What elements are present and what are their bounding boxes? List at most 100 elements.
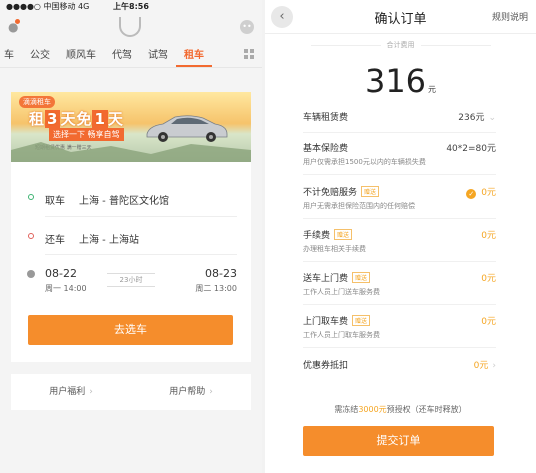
fee-price: 0元 — [481, 317, 496, 327]
headline-part-c: 天免 — [60, 110, 93, 128]
divider — [45, 216, 237, 217]
date-range[interactable]: 08-22 周一 14:00 23小时 08-23 周二 13:00 — [11, 267, 251, 297]
fee-name: 送车上门费 — [303, 274, 349, 284]
fee-price: 0元 — [481, 231, 496, 241]
top-bar: ● •• — [0, 14, 262, 40]
fee-row-rental[interactable]: 车辆租赁费 236元 ⌄ — [303, 110, 496, 123]
dropoff-location: 上海 - 上海站 — [79, 235, 139, 246]
divider — [45, 254, 237, 255]
headline-part-b: 3 — [45, 110, 61, 128]
chevron-right-icon: › — [209, 387, 213, 397]
fee-price: 0元 — [481, 274, 496, 284]
fee-row-deductible-waiver[interactable]: 不计免赔服务 赠送 用户无需承担保险范围内的任何赔偿 ✓ 0元 — [303, 185, 496, 211]
rental-home-screen: ●●●●○ 中国移动 4G 上午8:56 @ ↗ ✱ ● •• 车 公交 顺风车… — [0, 0, 262, 473]
fee-row-insurance: 基本保险费 用户仅需承担1500元以内的车辆损失费 40*2=80元 — [303, 141, 496, 167]
clock-icon — [27, 270, 35, 278]
confirm-order-screen: ‹ 确认订单 规则说明 合计费用 316 元 车辆租赁费 236元 ⌄ 基本保险费 … — [265, 0, 536, 473]
chevron-right-icon: › — [492, 361, 496, 371]
headline-part-e: 天 — [107, 110, 124, 128]
user-welfare-label: 用户福利 — [49, 387, 86, 397]
start-date: 08-22 — [45, 267, 77, 280]
divider — [303, 304, 496, 305]
divider — [303, 218, 496, 219]
fee-name: 上门取车费 — [303, 317, 349, 327]
divider — [303, 347, 496, 348]
fee-row-coupon[interactable]: 优惠券抵扣 0元 › — [303, 358, 496, 371]
fee-name: 不计免赔服务 — [303, 188, 358, 198]
fee-price: 0元 › — [474, 358, 496, 371]
tab-designated-driver[interactable]: 代驾 — [104, 46, 140, 61]
chevron-down-icon: ⌄ — [488, 113, 496, 123]
clock-text: 上午8:56 — [113, 2, 149, 11]
service-tabs: 车 公交 顺风车 代驾 试驾 租车 — [0, 40, 262, 68]
banner-headline: 租 3 天免 1 天 — [29, 108, 124, 129]
fee-price-value: 236元 — [458, 113, 485, 123]
dropoff-dot-icon — [28, 233, 34, 239]
divider — [303, 174, 496, 175]
user-help-link[interactable]: 用户帮助 › — [131, 374, 251, 410]
fee-desc: 用户无需承担保险范围内的任何赔偿 — [303, 202, 415, 210]
fee-price-value: 0元 — [473, 361, 489, 371]
pickup-location: 上海 - 普陀区文化馆 — [79, 196, 169, 207]
fee-name: 手续费 — [303, 231, 331, 241]
user-icon[interactable]: ● — [8, 19, 22, 34]
total-unit: 元 — [428, 85, 437, 94]
fee-desc: 办理租车相关手续费 — [303, 245, 366, 253]
banner-brand: 滴滴租车 — [19, 96, 55, 108]
submit-order-button[interactable]: 提交订单 — [303, 426, 494, 456]
deposit-prefix: 需冻结 — [334, 405, 359, 414]
tab-car-rental[interactable]: 租车 — [176, 46, 212, 67]
footer-links: 用户福利 › 用户帮助 › — [11, 374, 251, 410]
nav-header: ‹ 确认订单 规则说明 — [265, 0, 536, 34]
fee-price-value: 0元 — [481, 188, 496, 198]
tab-test-drive[interactable]: 试驾 — [140, 46, 176, 61]
fee-price: 40*2=80元 — [446, 144, 496, 154]
check-icon[interactable]: ✓ — [466, 189, 477, 199]
dropoff-label: 还车 — [45, 235, 65, 246]
gift-tag: 赠送 — [352, 315, 371, 326]
start-time: 周一 14:00 — [45, 284, 87, 293]
user-welfare-link[interactable]: 用户福利 › — [11, 374, 131, 410]
total-amount: 316 元 — [265, 62, 536, 100]
fee-name: 优惠券抵扣 — [303, 361, 349, 371]
fee-name-wrap: 送车上门费 赠送 — [303, 271, 496, 284]
fee-desc: 用户仅需承担1500元以内的车辆损失费 — [303, 158, 426, 166]
rules-link[interactable]: 规则说明 — [492, 10, 528, 23]
user-help-label: 用户帮助 — [169, 387, 206, 397]
rental-duration: 23小时 — [107, 273, 155, 287]
choose-car-button[interactable]: 去选车 — [28, 315, 233, 345]
pickup-dot-icon — [28, 194, 34, 200]
gift-tag: 赠送 — [361, 186, 380, 197]
fee-price: ✓ 0元 — [466, 185, 496, 199]
notification-dot — [15, 19, 20, 24]
deposit-suffix: 预授权（还车时释放） — [386, 405, 467, 414]
grid-icon[interactable] — [244, 49, 254, 59]
divider — [303, 261, 496, 262]
tab-bus[interactable]: 公交 — [22, 46, 58, 61]
tab-carpool[interactable]: 顺风车 — [58, 46, 104, 61]
status-bar: ●●●●○ 中国移动 4G 上午8:56 @ ↗ ✱ — [0, 0, 262, 14]
fee-name-wrap: 手续费 赠送 — [303, 228, 496, 241]
screenshot-root: ●●●●○ 中国移动 4G 上午8:56 @ ↗ ✱ ● •• 车 公交 顺风车… — [0, 0, 536, 473]
fee-price: 236元 ⌄ — [458, 110, 496, 123]
gift-tag: 赠送 — [334, 229, 353, 240]
message-icon[interactable]: •• — [240, 20, 254, 34]
total-label: 合计费用 — [265, 40, 536, 50]
car-graphic — [146, 115, 228, 142]
total-value: 316 — [364, 62, 427, 100]
chevron-right-icon: › — [89, 387, 93, 397]
headline-part-d: 1 — [92, 110, 108, 128]
divider — [303, 132, 496, 133]
gift-tag: 赠送 — [352, 272, 371, 283]
fee-row-pickup: 上门取车费 赠送 工作人员上门取车服务费 0元 — [303, 314, 496, 340]
headline-part-a: 租 — [29, 110, 46, 128]
end-time: 周二 13:00 — [195, 284, 237, 293]
pickup-label: 取车 — [45, 196, 65, 207]
deposit-amount: 3000元 — [358, 405, 387, 414]
tab-car[interactable]: 车 — [0, 46, 22, 61]
didi-logo-icon — [119, 17, 141, 37]
fee-desc: 工作人员上门送车服务费 — [303, 288, 380, 296]
fee-row-delivery: 送车上门费 赠送 工作人员上门送车服务费 0元 — [303, 271, 496, 297]
fee-row-handling: 手续费 赠送 办理租车相关手续费 0元 — [303, 228, 496, 254]
promo-banner[interactable]: 滴滴租车 租 3 天免 1 天 选择一下 畅享自驾 短期租赁优惠 满一赠三天 — [11, 92, 251, 162]
